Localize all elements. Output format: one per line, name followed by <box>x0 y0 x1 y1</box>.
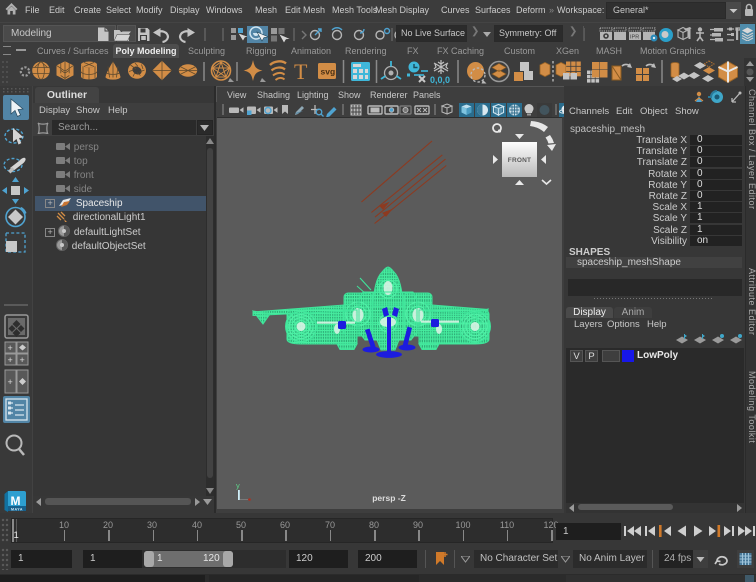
svg-text:y: y <box>236 481 240 490</box>
svg-text:+: + <box>8 355 13 365</box>
svg-text:svg: svg <box>321 67 336 77</box>
svg-text:persp -Z: persp -Z <box>372 493 406 503</box>
svg-text:IPR: IPR <box>630 35 639 41</box>
svg-text:T: T <box>294 59 308 84</box>
svg-text:+: + <box>8 343 13 353</box>
svg-text:+: + <box>8 377 13 387</box>
svg-text:MAYA: MAYA <box>11 508 23 512</box>
svg-text:0,0,0: 0,0,0 <box>430 75 450 85</box>
svg-text:M: M <box>11 494 21 508</box>
svg-text:+: + <box>20 355 25 365</box>
svg-text:FRONT: FRONT <box>508 157 531 164</box>
